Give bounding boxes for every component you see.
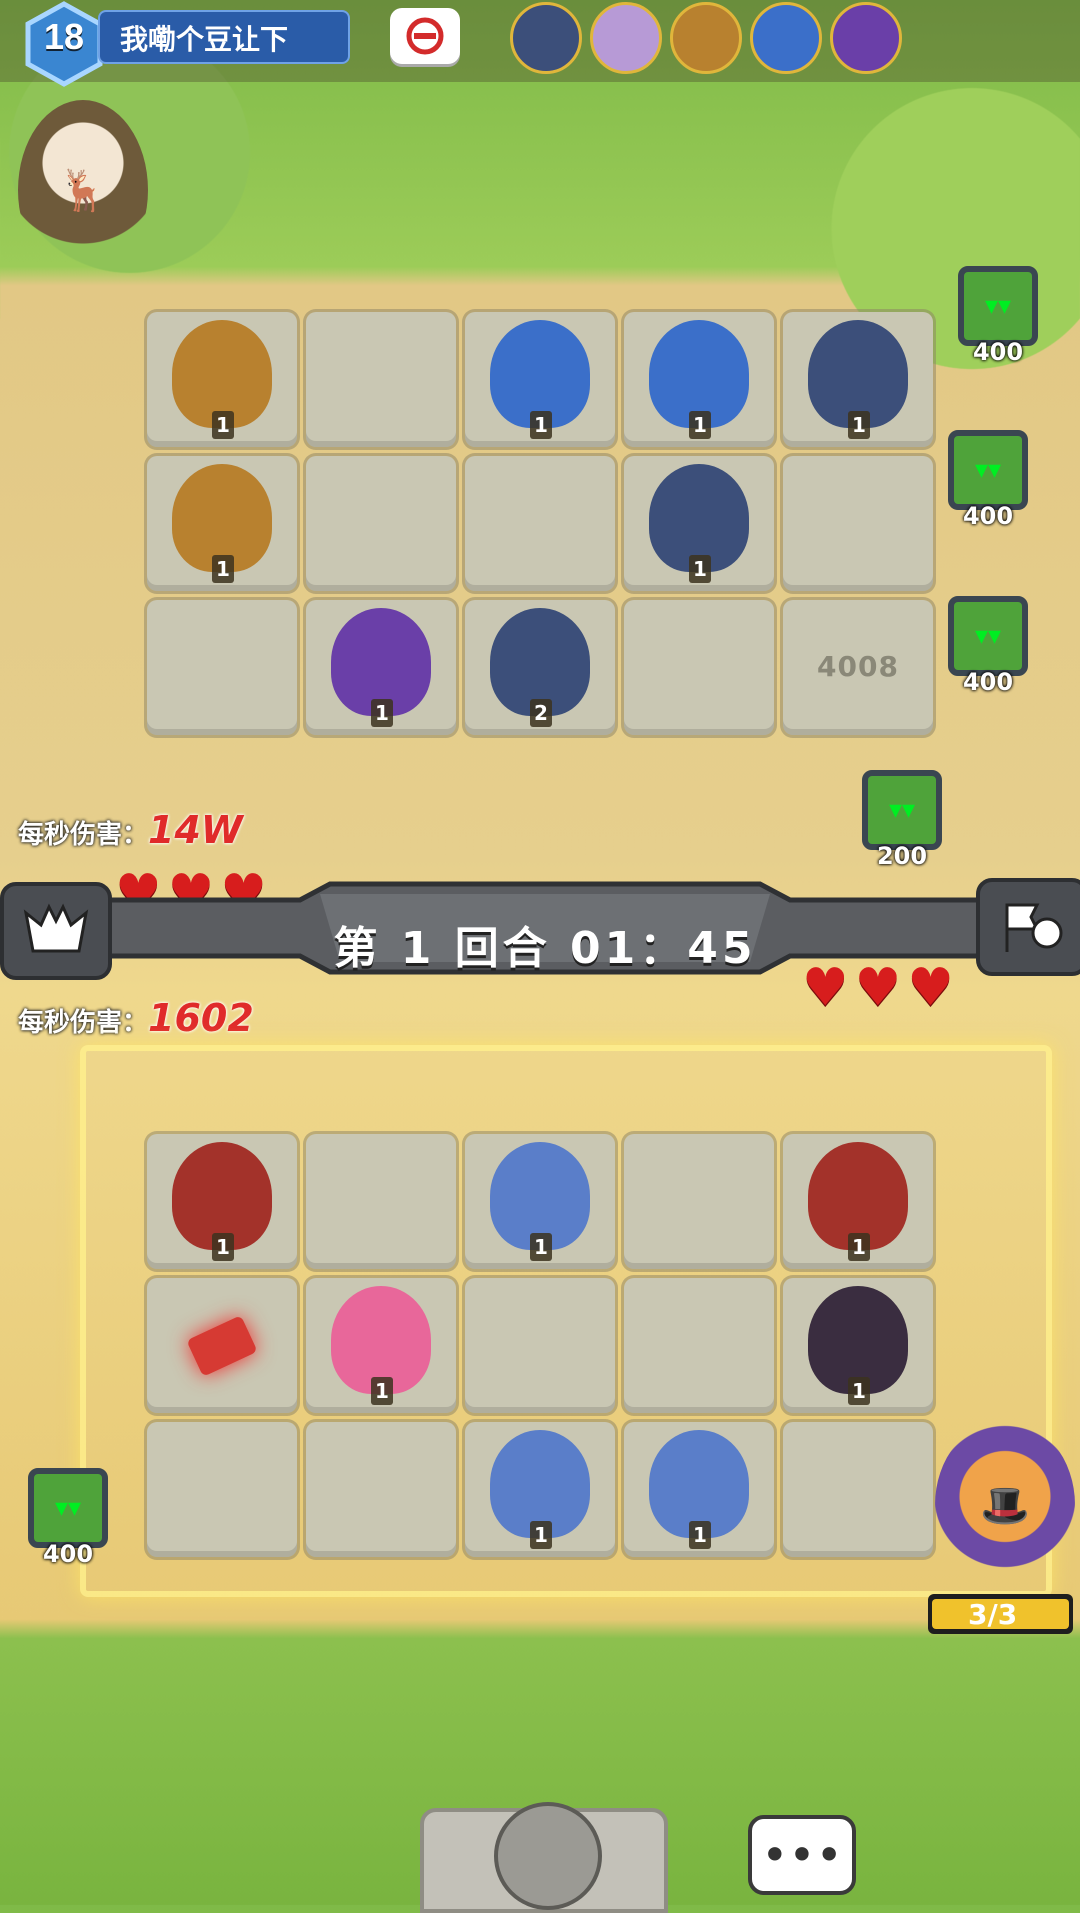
unit-level: 1 (530, 411, 552, 439)
opponent-cell[interactable] (147, 600, 297, 735)
self-hearts: ♥ ♥ ♥ (802, 962, 954, 1014)
self-cell[interactable] (306, 1422, 456, 1557)
energy-text: 3/3 (968, 1598, 1018, 1631)
unit-level: 1 (848, 411, 870, 439)
opponent-cell[interactable]: 1 (306, 600, 456, 735)
opponent-cell[interactable]: 1 (624, 312, 774, 447)
self-cell[interactable] (465, 1278, 615, 1413)
opponent-cell[interactable] (306, 312, 456, 447)
opponent-slime[interactable]: ▾▾ 400 (958, 266, 1038, 366)
self-cell[interactable] (147, 1422, 297, 1557)
self-slime[interactable]: ▾▾ 400 (28, 1468, 108, 1568)
hat-mage-icon[interactable] (670, 2, 742, 74)
scroll-item-unit[interactable] (186, 1315, 258, 1377)
heart-icon: ♥ (854, 958, 902, 1018)
self-board: 1 1 1 1 1 1 1 (147, 1134, 933, 1557)
opponent-board: 1 1 1 1 1 1 1 2 4008 (147, 312, 933, 735)
bottom-dock[interactable] (420, 1802, 668, 1913)
self-cell[interactable] (624, 1278, 774, 1413)
unit-level: 1 (530, 1233, 552, 1261)
unit-level: 1 (689, 555, 711, 583)
heart-icon: ♥ (907, 958, 954, 1018)
opponent-slime[interactable]: ▾▾ 400 (948, 596, 1028, 696)
block-button[interactable] (390, 8, 460, 64)
damage-number: 4008 (817, 650, 899, 683)
frost-knight-icon[interactable] (510, 2, 582, 74)
opponent-cell[interactable]: 1 (624, 456, 774, 591)
surrender-flag-icon (1005, 903, 1063, 952)
chat-icon: ••• (761, 1828, 843, 1882)
opponent-cell[interactable]: 1 (147, 456, 297, 591)
opponent-dps: 每秒伤害：14W (18, 808, 243, 852)
purple-wizard-icon[interactable] (830, 2, 902, 74)
unit-level: 1 (371, 1377, 393, 1405)
self-cell[interactable]: 1 (783, 1134, 933, 1269)
opponent-cell[interactable] (465, 456, 615, 591)
self-cell[interactable]: 1 (147, 1134, 297, 1269)
unit-level: 1 (689, 411, 711, 439)
unit-level: 1 (848, 1377, 870, 1405)
energy-bar: 3/3 (928, 1594, 1073, 1634)
player-level: 18 (43, 16, 85, 57)
self-cell[interactable]: 1 (624, 1422, 774, 1557)
unit-level: 1 (371, 699, 393, 727)
self-cell[interactable] (783, 1422, 933, 1557)
opponent-cell[interactable]: 1 (783, 312, 933, 447)
rock-mascot-icon (494, 1802, 602, 1910)
player-name: 我嘞个豆让下 (120, 23, 289, 56)
unit-level: 1 (530, 1521, 552, 1549)
self-cell[interactable] (306, 1134, 456, 1269)
unit-level: 1 (212, 411, 234, 439)
unit-level: 1 (689, 1521, 711, 1549)
unit-level: 1 (848, 1233, 870, 1261)
opponent-cell[interactable]: 1 (147, 312, 297, 447)
opponent-cell[interactable] (624, 600, 774, 735)
round-timer: 第 1 回合 01：45 (333, 923, 757, 974)
surrender-button[interactable] (976, 878, 1080, 976)
pharaoh-icon[interactable] (750, 2, 822, 74)
self-cell[interactable]: 1 (465, 1134, 615, 1269)
opponent-cell[interactable] (306, 456, 456, 591)
opponent-hero-avatar[interactable]: 🦌 (18, 100, 148, 280)
self-cell[interactable]: 1 (306, 1278, 456, 1413)
self-hero-avatar[interactable]: 🎩 (935, 1420, 1075, 1590)
opponent-slime[interactable]: ▾▾ 200 (862, 770, 942, 870)
block-icon (406, 17, 444, 55)
self-cell[interactable]: 1 (465, 1422, 615, 1557)
self-dps: 每秒伤害：1602 (18, 996, 254, 1040)
unit-level: 2 (530, 699, 552, 727)
self-cell[interactable]: 1 (783, 1278, 933, 1413)
unit-level: 1 (212, 1233, 234, 1261)
opponent-emblem-button[interactable] (0, 882, 112, 980)
opponent-cell[interactable]: 4008 (783, 600, 933, 735)
self-cell[interactable] (147, 1278, 297, 1413)
opponent-cell[interactable]: 1 (465, 312, 615, 447)
enemy-hero-list (510, 2, 902, 74)
unit-level: 1 (212, 555, 234, 583)
self-cell[interactable] (624, 1134, 774, 1269)
demon-icon (23, 903, 89, 953)
chat-button[interactable]: ••• (748, 1815, 856, 1895)
maid-icon[interactable] (590, 2, 662, 74)
heart-icon: ♥ (802, 958, 849, 1018)
opponent-cell[interactable]: 2 (465, 600, 615, 735)
opponent-cell[interactable] (783, 456, 933, 591)
opponent-slime[interactable]: ▾▾ 400 (948, 430, 1028, 530)
